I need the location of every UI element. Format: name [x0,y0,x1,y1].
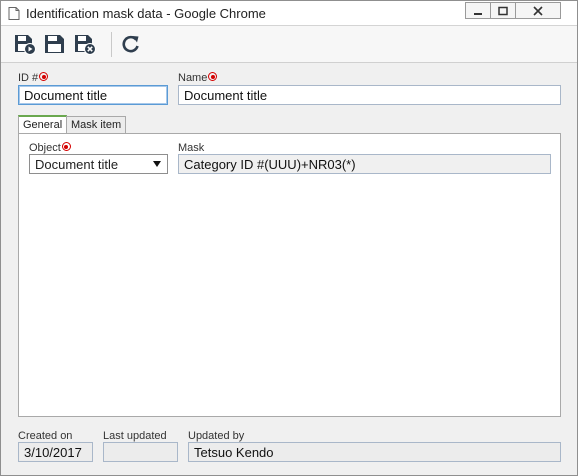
close-button[interactable] [515,2,561,19]
required-icon [61,142,71,151]
minimize-icon [474,12,482,15]
toolbar-separator [111,32,112,57]
object-label: Object [29,142,71,154]
id-label: ID # [18,72,49,84]
updated-by-label: Updated by [188,430,245,442]
document-icon [8,7,20,20]
dropdown-arrow-icon [153,161,161,167]
tab-general[interactable]: General [18,115,68,135]
last-updated-label: Last updated [103,430,167,442]
window-controls [465,2,561,19]
mask-label: Mask [178,142,205,154]
object-select[interactable]: Document title [29,154,168,174]
save-button[interactable] [43,33,67,55]
general-panel: Object Document title Mask Category ID #… [18,133,561,417]
name-label-text: Name [178,72,208,84]
close-icon [533,5,543,16]
id-label-text: ID # [18,72,39,84]
floppy-icon [45,35,64,53]
dialog-window: Identification mask data - Google Chrome [0,0,578,476]
save-and-new-button[interactable] [13,33,37,55]
id-input[interactable]: Document title [18,85,168,105]
maximize-icon [498,6,508,15]
refresh-icon [122,35,139,53]
mask-field: Category ID #(UUU)+NR03(*) [178,154,551,174]
minimize-button[interactable] [465,2,491,19]
save-and-close-button[interactable] [73,33,97,55]
created-on-field: 3/10/2017 [18,442,93,462]
floppy-play-icon [15,35,36,55]
required-icon [208,72,218,81]
floppy-close-icon [75,35,96,55]
object-label-text: Object [29,142,61,154]
refresh-button[interactable] [119,33,143,55]
object-select-value: Document title [35,157,119,172]
tab-mask-item[interactable]: Mask item [66,116,127,134]
window-title: Identification mask data - Google Chrome [26,6,266,21]
required-icon [39,72,49,81]
toolbar [1,26,577,63]
updated-by-field: Tetsuo Kendo [188,442,561,462]
created-on-label: Created on [18,430,73,442]
name-label: Name [178,72,218,84]
maximize-button[interactable] [490,2,516,19]
name-input[interactable]: Document title [178,85,561,105]
last-updated-field [103,442,178,462]
title-bar: Identification mask data - Google Chrome [1,1,577,26]
